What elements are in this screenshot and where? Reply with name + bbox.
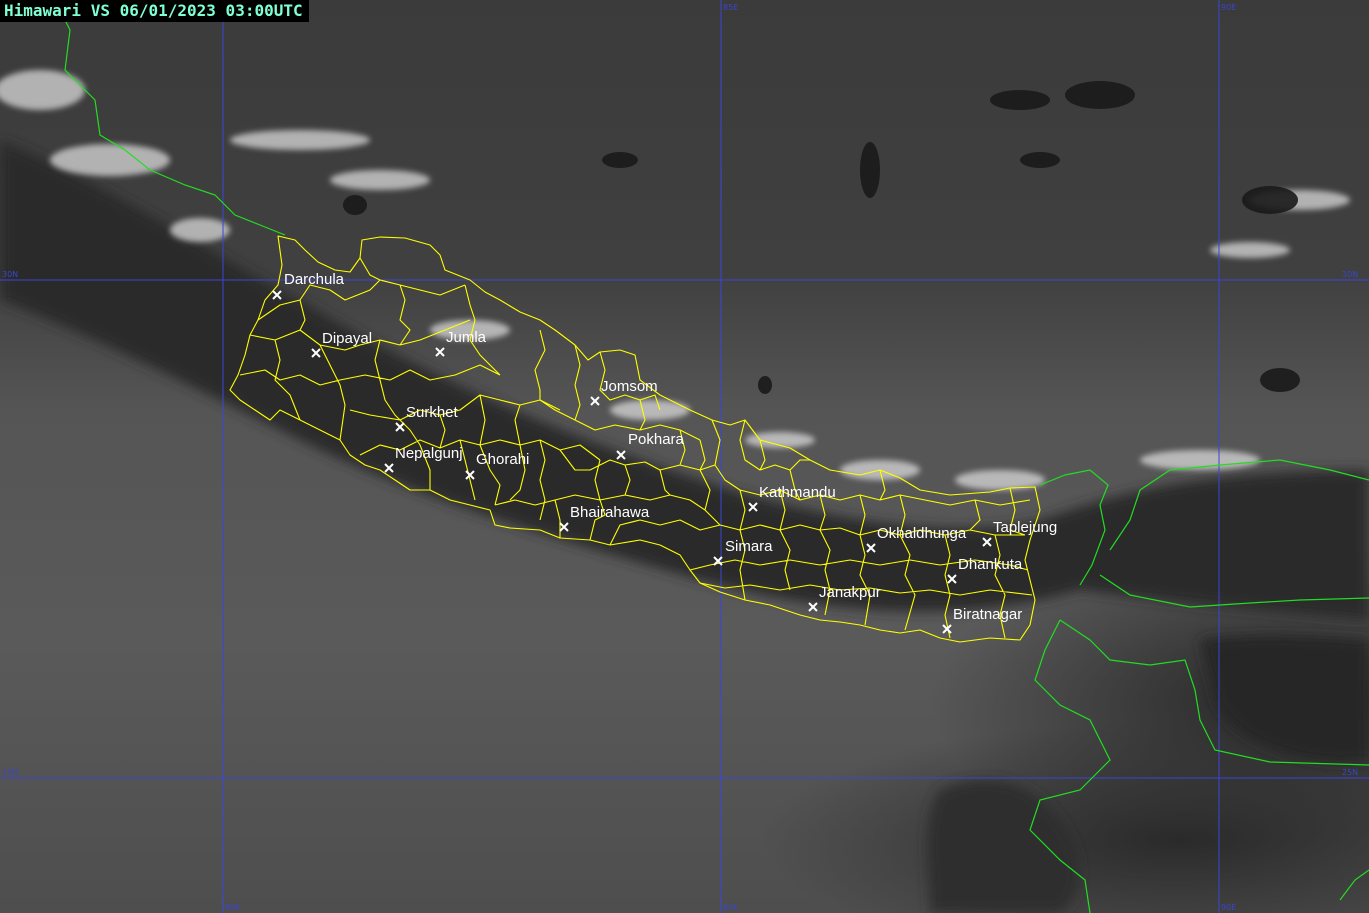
city-label: Surkhet: [406, 404, 459, 421]
city-marker: [947, 574, 957, 584]
city-marker: [384, 463, 394, 473]
city-jumla: Jumla: [435, 329, 487, 357]
city-label: Jumla: [446, 329, 487, 346]
city-label: Kathmandu: [759, 484, 836, 501]
city-marker: [272, 290, 282, 300]
city-label: Dhankuta: [958, 556, 1023, 573]
city-label: Darchula: [284, 271, 345, 288]
city-label: Jomsom: [601, 378, 658, 395]
city-marker: [982, 537, 992, 547]
city-label: Simara: [725, 538, 773, 555]
city-label: Bhairahawa: [570, 504, 650, 521]
city-marker: [435, 347, 445, 357]
city-label: Pokhara: [628, 431, 685, 448]
city-label: Janakpur: [819, 584, 881, 601]
city-nepalgunj: Nepalgunj: [384, 445, 463, 473]
city-marker: [942, 624, 952, 634]
city-marker: [748, 502, 758, 512]
city-bhairahawa: Bhairahawa: [559, 504, 650, 532]
city-marker: [590, 396, 600, 406]
city-label: Biratnagar: [953, 606, 1022, 623]
city-label: Dipayal: [322, 330, 372, 347]
city-ghorahi: Ghorahi: [465, 451, 529, 480]
city-darchula: Darchula: [272, 271, 345, 300]
city-marker: [808, 602, 818, 612]
city-marker: [616, 450, 626, 460]
city-marker: [559, 522, 569, 532]
city-dipayal: Dipayal: [311, 330, 372, 358]
city-jomsom: Jomsom: [590, 378, 658, 406]
city-kathmandu: Kathmandu: [748, 484, 836, 512]
city-label: Okhaldhunga: [877, 525, 967, 542]
city-label: Ghorahi: [476, 451, 529, 468]
image-title: Himawari VS 06/01/2023 03:00UTC: [0, 0, 309, 22]
city-janakpur: Janakpur: [808, 584, 881, 612]
satellite-map: 80E 85E 85E 90E 90E 30N 30N 25N 25N Darc…: [0, 0, 1369, 913]
city-dhankuta: Dhankuta: [947, 556, 1023, 584]
city-surkhet: Surkhet: [395, 404, 459, 432]
city-label: Nepalgunj: [395, 445, 463, 462]
city-simara: Simara: [713, 538, 773, 566]
city-taplejung: Taplejung: [982, 519, 1057, 547]
city-marker: [465, 470, 475, 480]
city-okhaldhunga: Okhaldhunga: [866, 525, 967, 553]
city-pokhara: Pokhara: [616, 431, 685, 460]
city-layer: Darchula Dipayal Jumla Jomsom Surkhet Po…: [272, 271, 1057, 634]
city-marker: [866, 543, 876, 553]
city-label: Taplejung: [993, 519, 1057, 536]
city-marker: [713, 556, 723, 566]
city-biratnagar: Biratnagar: [942, 606, 1022, 634]
city-marker: [311, 348, 321, 358]
city-marker: [395, 422, 405, 432]
